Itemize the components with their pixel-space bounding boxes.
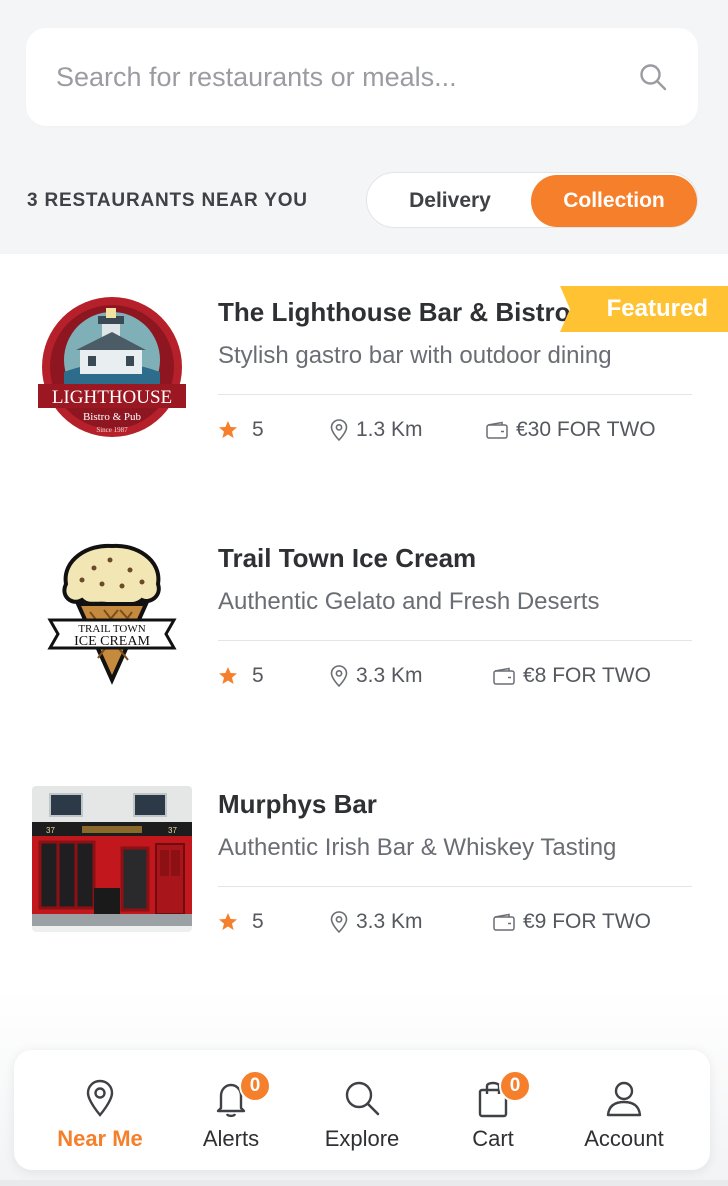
restaurant-description: Authentic Gelato and Fresh Deserts — [218, 588, 600, 615]
bottom-nav: Near Me 0 Alerts Explore 0 Cart Account — [14, 1050, 710, 1170]
delivery-option[interactable]: Delivery — [369, 175, 531, 227]
restaurant-info: Murphys Bar Authentic Irish Bar & Whiske… — [218, 786, 692, 957]
restaurant-logo: 37 37 — [32, 786, 192, 932]
location-pin-icon — [330, 911, 348, 933]
nav-cart[interactable]: 0 Cart — [423, 1050, 563, 1170]
restaurant-name[interactable]: Murphys Bar — [218, 786, 692, 822]
lighthouse-logo-title: LIGHTHOUSE — [52, 387, 172, 408]
cart-badge: 0 — [499, 1070, 531, 1102]
pub-front-image: 37 37 — [32, 786, 192, 932]
nav-alerts[interactable]: 0 Alerts — [161, 1050, 301, 1170]
location-pin-icon — [330, 665, 348, 687]
price-value: €8 FOR TWO — [523, 664, 651, 687]
pub-number-left: 37 — [46, 826, 55, 835]
star-icon — [219, 421, 237, 438]
nav-near-me[interactable]: Near Me — [30, 1050, 170, 1170]
nav-label: Account — [584, 1126, 664, 1151]
rating: 5 — [218, 417, 264, 443]
rating: 5 — [218, 909, 264, 935]
restaurant-card[interactable]: TRAIL TOWN ICE CREAM Trail Town Ice Crea… — [0, 500, 728, 746]
ice-cream-logo-image: TRAIL TOWN ICE CREAM — [32, 540, 192, 686]
rating: 5 — [218, 663, 264, 689]
pub-number-right: 37 — [168, 826, 177, 835]
restaurant-info: Trail Town Ice Cream Authentic Gelato an… — [218, 540, 692, 711]
wallet-icon — [493, 667, 515, 685]
ice-cream-logo-line2: ICE CREAM — [74, 634, 150, 649]
price-value: €9 FOR TWO — [523, 910, 651, 933]
nav-label: Explore — [324, 1126, 400, 1151]
price: €9 FOR TWO — [493, 909, 651, 935]
restaurant-description: Authentic Irish Bar & Whiskey Tasting — [218, 834, 617, 861]
search-input[interactable]: Search for restaurants or meals... — [56, 62, 638, 93]
restaurant-name[interactable]: Trail Town Ice Cream — [218, 540, 692, 576]
price: €8 FOR TWO — [493, 663, 651, 689]
restaurant-description: Stylish gastro bar with outdoor dining — [218, 342, 612, 369]
distance-value: 3.3 Km — [356, 910, 423, 933]
rating-value: 5 — [252, 418, 264, 441]
search-icon — [345, 1081, 380, 1116]
star-icon — [219, 667, 237, 684]
featured-badge: Featured — [560, 286, 728, 332]
restaurant-card[interactable]: LIGHTHOUSE Bistro & Pub Since 1987 The L… — [0, 254, 728, 500]
location-pin-icon — [86, 1079, 114, 1117]
distance-value: 3.3 Km — [356, 664, 423, 687]
restaurant-meta: 5 1.3 Km €30 FOR TWO — [218, 395, 692, 465]
search-icon[interactable] — [638, 62, 668, 92]
restaurant-count-label: 3 RESTAURANTS NEAR YOU — [27, 190, 308, 211]
rating-value: 5 — [252, 664, 264, 687]
alerts-badge: 0 — [239, 1070, 271, 1102]
distance-value: 1.3 Km — [356, 418, 423, 441]
nav-label: Cart — [472, 1126, 514, 1151]
distance: 3.3 Km — [330, 663, 423, 689]
bottom-edge — [0, 1180, 728, 1186]
restaurant-logo: LIGHTHOUSE Bistro & Pub Since 1987 — [32, 294, 192, 440]
star-icon — [219, 913, 237, 930]
distance: 1.3 Km — [330, 417, 423, 443]
delivery-mode-toggle: Delivery Collection — [366, 172, 698, 228]
user-icon — [606, 1081, 642, 1117]
nav-label: Alerts — [202, 1126, 260, 1151]
rating-value: 5 — [252, 910, 264, 933]
wallet-icon — [486, 421, 508, 439]
nav-account[interactable]: Account — [554, 1050, 694, 1170]
nav-label: Near Me — [57, 1126, 143, 1151]
restaurant-logo: TRAIL TOWN ICE CREAM — [32, 540, 192, 686]
top-header: Search for restaurants or meals... 3 RES… — [0, 0, 728, 254]
restaurant-meta: 5 3.3 Km €8 FOR TWO — [218, 641, 692, 711]
search-bar[interactable]: Search for restaurants or meals... — [26, 28, 698, 126]
lighthouse-logo-subtitle: Bistro & Pub — [83, 411, 142, 423]
collection-option[interactable]: Collection — [531, 175, 697, 227]
price: €30 FOR TWO — [486, 417, 656, 443]
lighthouse-logo-image: LIGHTHOUSE Bistro & Pub Since 1987 — [32, 294, 192, 440]
restaurant-meta: 5 3.3 Km €9 FOR TWO — [218, 887, 692, 957]
nav-explore[interactable]: Explore — [292, 1050, 432, 1170]
price-value: €30 FOR TWO — [516, 418, 656, 441]
wallet-icon — [493, 913, 515, 931]
location-pin-icon — [330, 419, 348, 441]
lighthouse-logo-since: Since 1987 — [96, 426, 128, 434]
distance: 3.3 Km — [330, 909, 423, 935]
restaurant-card[interactable]: 37 37 Murphys Bar Authentic Irish Bar & … — [0, 746, 728, 992]
